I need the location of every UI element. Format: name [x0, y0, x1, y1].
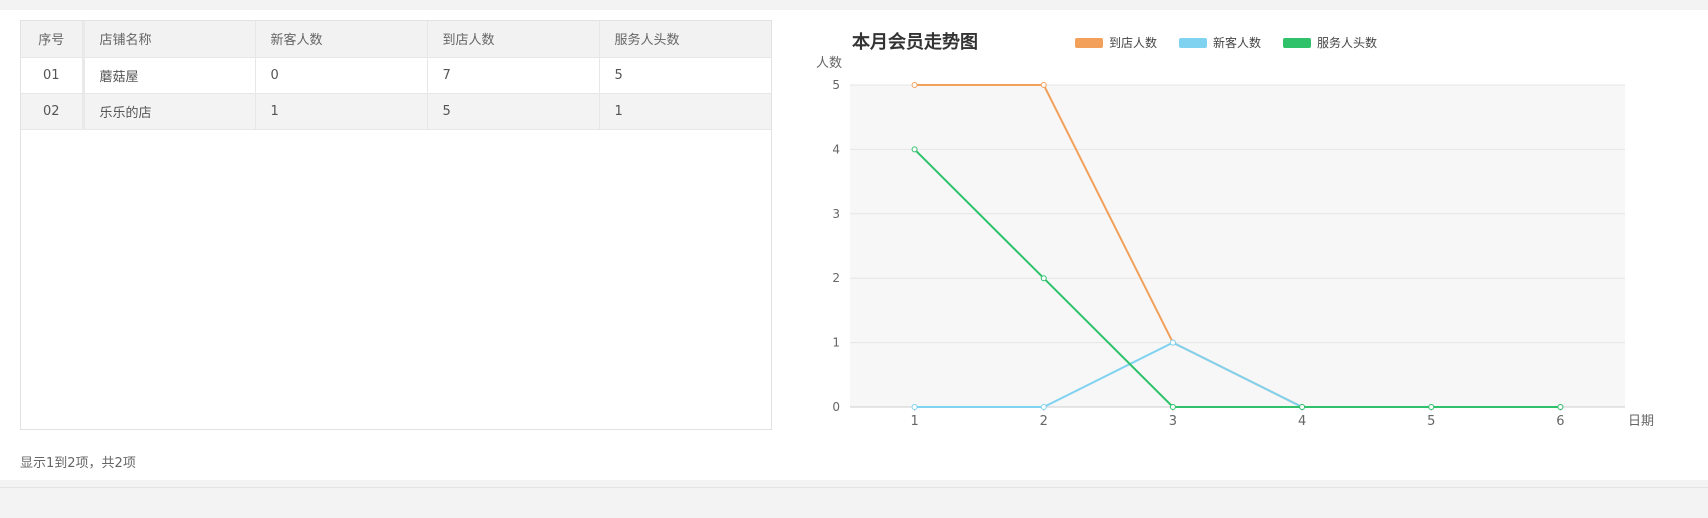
data-point — [1169, 339, 1176, 346]
x-tick-label: 4 — [1298, 414, 1306, 429]
data-point — [1040, 404, 1047, 410]
header-visitors[interactable]: 到店人数 — [427, 21, 600, 58]
x-tick-label: 1 — [910, 414, 918, 429]
table-row[interactable]: 02 乐乐的店 1 5 1 — [21, 93, 771, 130]
store-table-container: 序号 店铺名称 新客人数 到店人数 服务人头数 01 蘑菇屋 0 7 5 02 … — [20, 20, 772, 430]
x-tick-label: 2 — [1040, 414, 1048, 429]
chart-plot: 0 1 2 3 4 5 1 2 3 4 5 6 人数日期 — [816, 56, 1654, 429]
x-axis-label: 日期 — [1628, 414, 1654, 429]
x-tick-label: 5 — [1427, 414, 1435, 429]
y-tick-label: 2 — [832, 271, 840, 285]
cell-visitors: 5 — [427, 93, 600, 130]
y-tick-label: 4 — [832, 142, 840, 156]
data-point — [1040, 275, 1047, 282]
data-point — [1040, 82, 1047, 88]
y-tick-label: 0 — [832, 400, 840, 414]
header-index[interactable]: 序号 — [21, 21, 85, 58]
store-table: 序号 店铺名称 新客人数 到店人数 服务人头数 01 蘑菇屋 0 7 5 02 … — [21, 21, 771, 130]
data-point — [1299, 404, 1306, 410]
cell-new-customers: 1 — [255, 93, 428, 130]
cell-store-name: 乐乐的店 — [83, 93, 256, 130]
header-new-customers[interactable]: 新客人数 — [255, 21, 428, 58]
plot-background — [850, 85, 1625, 407]
cell-store-name: 蘑菇屋 — [83, 57, 256, 94]
cell-index: 02 — [21, 93, 85, 130]
cell-index: 01 — [21, 57, 85, 94]
data-point — [911, 82, 918, 88]
cell-served: 1 — [599, 93, 771, 130]
y-axis-label: 人数 — [816, 56, 842, 71]
data-point — [1557, 404, 1564, 410]
data-point — [1428, 404, 1435, 410]
y-tick-label: 1 — [832, 336, 840, 350]
header-served[interactable]: 服务人头数 — [599, 21, 771, 58]
x-tick-label: 6 — [1556, 414, 1564, 429]
divider — [0, 487, 1708, 488]
y-tick-label: 5 — [832, 78, 840, 92]
cell-served: 5 — [599, 57, 771, 94]
cell-visitors: 7 — [427, 57, 600, 94]
pagination-info: 显示1到2项，共2项 — [20, 456, 136, 471]
data-point — [911, 404, 918, 410]
data-point — [911, 146, 918, 153]
table-row[interactable]: 01 蘑菇屋 0 7 5 — [21, 57, 771, 94]
header-store-name[interactable]: 店铺名称 — [83, 21, 256, 58]
cell-new-customers: 0 — [255, 57, 428, 94]
table-header-row: 序号 店铺名称 新客人数 到店人数 服务人头数 — [21, 21, 771, 58]
y-tick-label: 3 — [832, 207, 840, 221]
x-tick-label: 3 — [1169, 414, 1177, 429]
member-trend-chart: 本月会员走势图 到店人数 新客人数 服务人头数 0 1 2 3 4 5 1 2 3 4 5 6 人数 日期 — [800, 20, 1690, 440]
data-point — [1169, 404, 1176, 410]
